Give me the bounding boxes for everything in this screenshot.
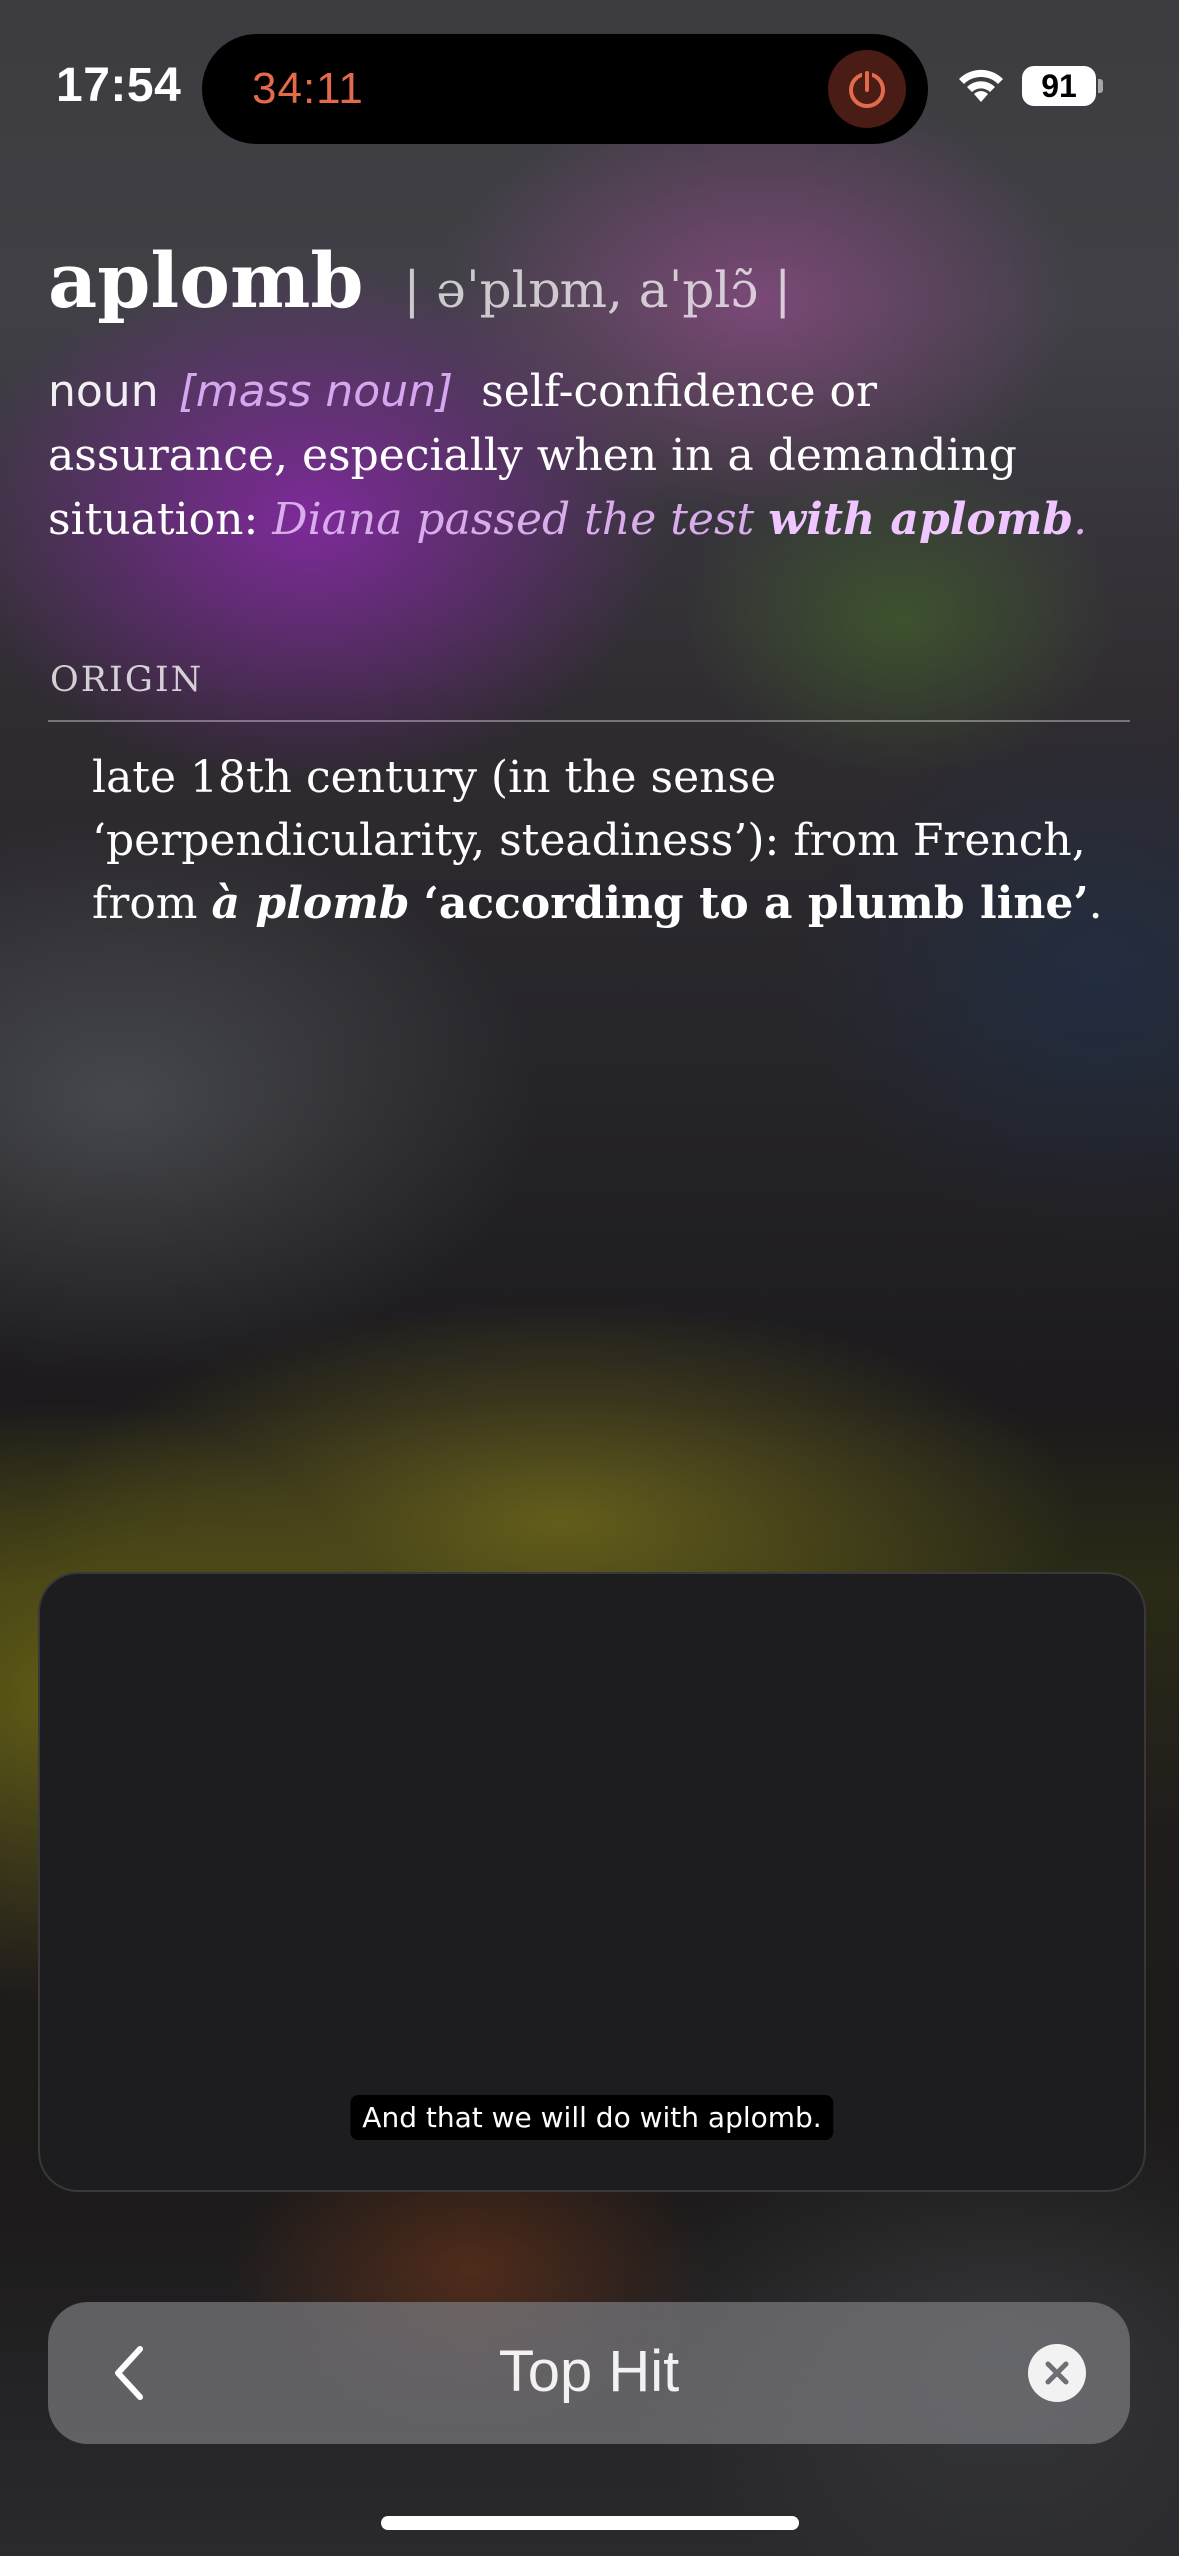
- foreign-word: à plomb: [211, 878, 410, 929]
- part-of-speech: noun: [48, 366, 159, 417]
- battery-icon: 91: [1022, 66, 1096, 106]
- origin-heading: ORIGIN: [50, 660, 204, 700]
- etymology-text: late 18th century (in the sense ‘perpend…: [92, 746, 1132, 935]
- clear-icon[interactable]: [1028, 2344, 1086, 2402]
- search-bar[interactable]: Top Hit: [48, 2302, 1130, 2444]
- stop-recording-icon[interactable]: [828, 50, 906, 128]
- example-end: .: [1073, 494, 1088, 545]
- video-caption: And that we will do with aplomb.: [350, 2095, 834, 2140]
- entry-header: aplomb | əˈplɒm, aˈplɔ̃ |: [48, 236, 791, 325]
- grammar-label: [mass noun]: [178, 366, 454, 417]
- example-sentence: Diana passed the test with aplomb.: [272, 494, 1087, 545]
- home-indicator[interactable]: [381, 2516, 799, 2530]
- origin-divider: [48, 720, 1130, 722]
- dynamic-island[interactable]: 34:11: [202, 34, 928, 144]
- example-start: Diana passed the test: [272, 494, 769, 545]
- battery-nub: [1098, 79, 1103, 93]
- wifi-icon: [956, 64, 1006, 104]
- etymology-end: .: [1088, 878, 1103, 929]
- example-highlight: with aplomb: [768, 494, 1074, 545]
- search-title[interactable]: Top Hit: [48, 2338, 1130, 2405]
- recording-timer: 34:11: [252, 64, 364, 113]
- headword: aplomb: [48, 236, 364, 325]
- battery-level: 91: [1041, 67, 1077, 104]
- pronunciation: | əˈplɒm, aˈplɔ̃ |: [403, 261, 792, 319]
- etymology-gloss: ‘according to a plumb line’: [423, 878, 1089, 929]
- status-time: 17:54: [56, 59, 182, 112]
- definition-block: noun [mass noun] self-confidence or assur…: [48, 360, 1128, 552]
- video-panel[interactable]: And that we will do with aplomb.: [38, 1572, 1146, 2192]
